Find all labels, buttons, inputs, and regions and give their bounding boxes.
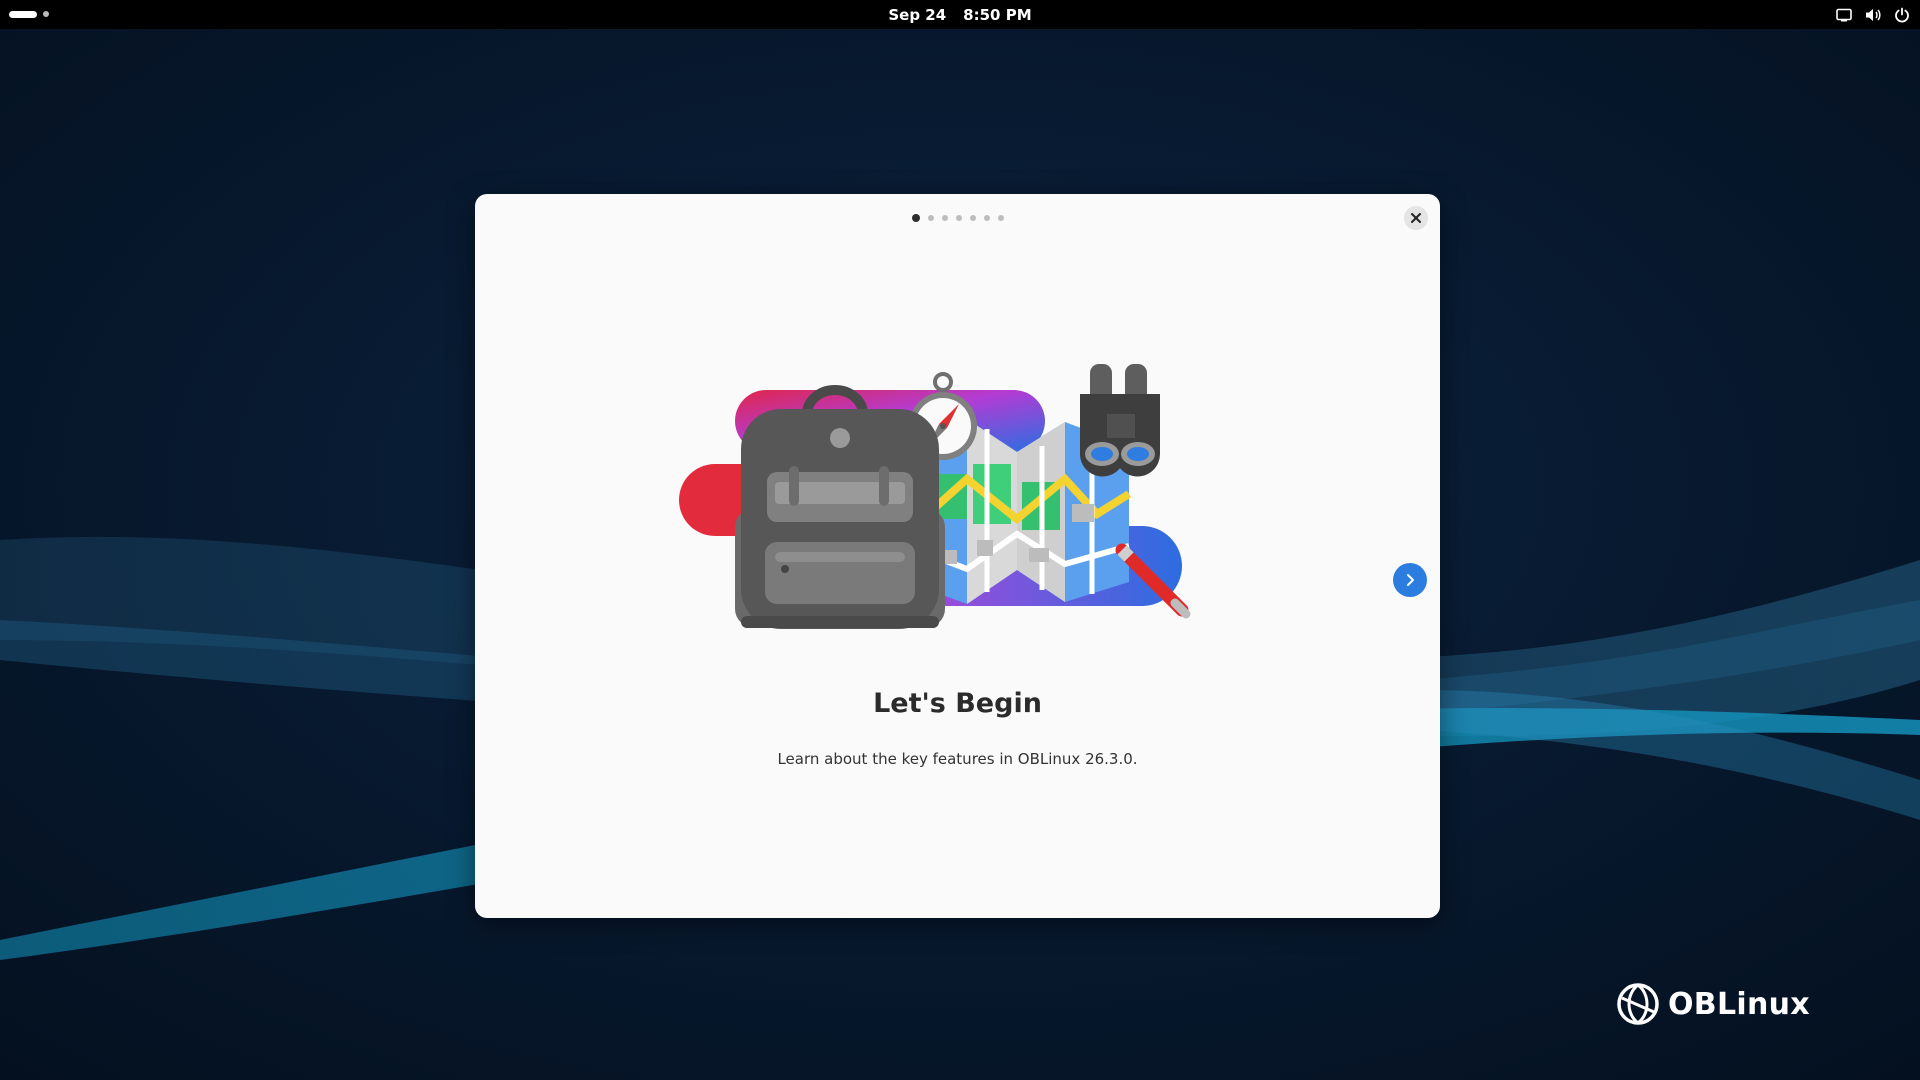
power-icon[interactable]	[1892, 5, 1912, 25]
backpack-illustration	[735, 385, 945, 629]
page-indicator	[475, 213, 1440, 223]
page-dot-3[interactable]	[941, 215, 948, 221]
close-icon	[1411, 213, 1421, 223]
clock-date: Sep 24	[888, 5, 947, 24]
page-title: Let's Begin	[873, 688, 1042, 719]
welcome-tour-dialog: Let's Begin Learn about the key features…	[475, 194, 1440, 918]
brand-name: OBLinux	[1668, 986, 1810, 1022]
clock-button[interactable]: Sep 24 8:50 PM	[0, 0, 1920, 29]
page-dot-2[interactable]	[927, 215, 934, 221]
welcome-illustration	[679, 364, 1191, 629]
distro-logo: OBLinux	[1616, 980, 1810, 1028]
binoculars-illustration	[1080, 364, 1160, 477]
page-dot-4[interactable]	[955, 215, 962, 221]
volume-icon[interactable]	[1863, 5, 1883, 25]
page-dot-1[interactable]	[911, 214, 920, 222]
screen-icon[interactable]	[1834, 5, 1854, 25]
page-dot-6[interactable]	[983, 215, 990, 221]
close-button[interactable]	[1404, 206, 1428, 230]
next-page-button[interactable]	[1393, 563, 1427, 597]
system-tray[interactable]	[1834, 4, 1912, 25]
page-description: Learn about the key features in OBLinux …	[777, 750, 1138, 768]
clock-time: 8:50 PM	[963, 5, 1032, 24]
chevron-right-icon	[1407, 574, 1414, 586]
page-dot-7[interactable]	[997, 215, 1004, 221]
oblinux-logo-icon	[1617, 983, 1659, 1025]
top-bar: Sep 24 8:50 PM	[0, 0, 1920, 29]
page-dot-5[interactable]	[969, 215, 976, 221]
